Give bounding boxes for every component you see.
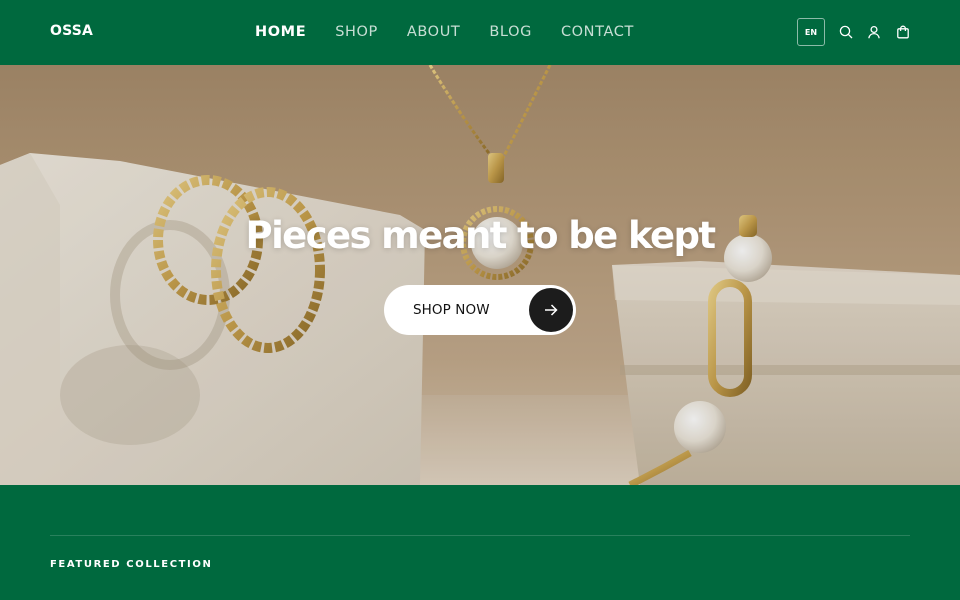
hero-jewelry-image: [0, 65, 960, 485]
hero-banner: Pieces meant to be kept SHOP NOW: [0, 65, 960, 485]
cart-icon[interactable]: [896, 25, 910, 39]
nav-shop[interactable]: SHOP: [335, 23, 378, 41]
shop-now-button[interactable]: SHOP NOW: [384, 285, 576, 335]
account-icon[interactable]: [867, 25, 881, 39]
search-icon[interactable]: [839, 25, 853, 39]
site-header: OSSA HOME SHOP ABOUT BLOG CONTACT EN: [0, 0, 960, 65]
logo[interactable]: OSSA: [50, 23, 93, 39]
section-divider: [50, 535, 910, 536]
hero-title: Pieces meant to be kept: [245, 214, 716, 257]
arrow-right-icon: [529, 288, 573, 332]
nav-contact[interactable]: CONTACT: [561, 23, 634, 41]
nav-home[interactable]: HOME: [255, 23, 306, 41]
nav-about[interactable]: ABOUT: [407, 23, 461, 41]
shop-now-label: SHOP NOW: [413, 302, 490, 318]
featured-collection-title: FEATURED COLLECTION: [50, 559, 213, 570]
main-nav: HOME SHOP ABOUT BLOG CONTACT: [255, 23, 663, 41]
language-selector[interactable]: EN: [797, 18, 825, 46]
nav-blog[interactable]: BLOG: [489, 23, 532, 41]
